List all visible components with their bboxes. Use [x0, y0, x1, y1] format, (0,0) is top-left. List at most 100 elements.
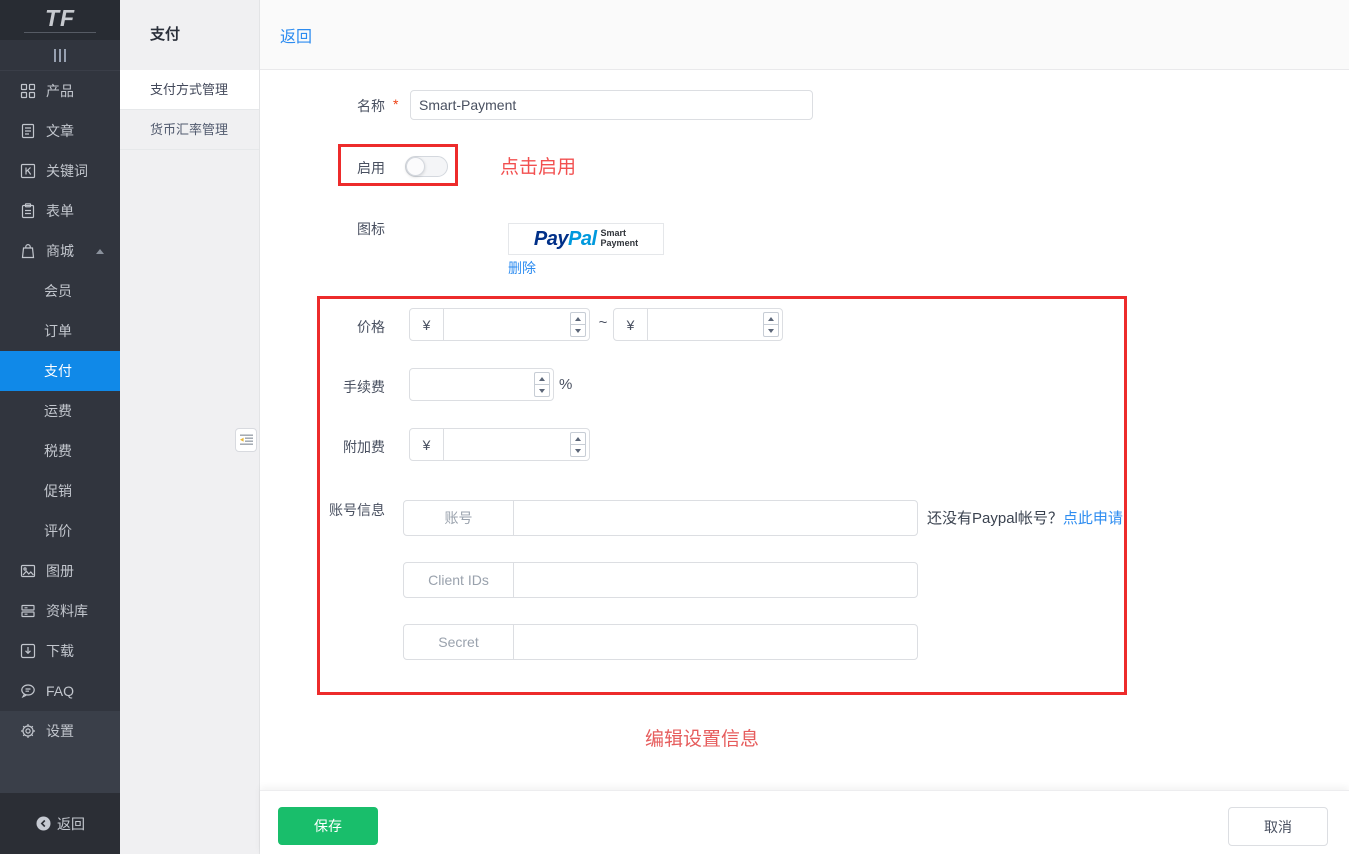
- fee-percent-suffix: %: [559, 376, 572, 393]
- menu-bars-icon[interactable]: [0, 40, 120, 71]
- sidebar-item-label: 图册: [46, 561, 74, 581]
- faq-icon: [20, 683, 36, 699]
- main-content: 返回 名称 * 启用 点击启用 图标 PayPal SmartPayment 删…: [260, 0, 1349, 854]
- sidebar-item-tax[interactable]: 税费: [0, 431, 120, 471]
- app-logo: TF: [0, 0, 120, 40]
- signup-link[interactable]: 点此申请: [1063, 510, 1123, 527]
- sidebar-item-label: 资料库: [46, 601, 88, 621]
- enable-toggle[interactable]: [405, 156, 448, 177]
- price-max-input[interactable]: [648, 309, 782, 340]
- submenu-item-currency-rates[interactable]: 货币汇率管理: [120, 110, 259, 150]
- chevron-up-icon: [96, 249, 104, 254]
- sidebar-back-label: 返回: [57, 814, 85, 834]
- sidebar-item-payment[interactable]: 支付: [0, 351, 120, 391]
- sidebar-item-label: 下载: [46, 641, 74, 661]
- currency-symbol: ¥: [614, 309, 648, 340]
- sidebar-item-promotion[interactable]: 促销: [0, 471, 120, 511]
- cancel-button[interactable]: 取消: [1228, 807, 1328, 846]
- sidebar-item-label: 商城: [46, 241, 74, 261]
- logo-text: TF: [45, 7, 75, 30]
- icon-label: 图标: [300, 219, 385, 239]
- price-max-group: ¥: [613, 308, 783, 341]
- gallery-icon: [20, 563, 36, 579]
- main-topbar: 返回: [260, 0, 1349, 70]
- stepper-down[interactable]: [571, 445, 585, 456]
- stepper-down[interactable]: [571, 325, 585, 336]
- stepper-up[interactable]: [764, 313, 778, 325]
- sidebar-item-label: 设置: [46, 721, 74, 741]
- client-ids-input[interactable]: [514, 563, 917, 597]
- sidebar-item-label: 关键词: [46, 161, 88, 181]
- price-max-stepper[interactable]: [763, 312, 779, 337]
- price-min-input[interactable]: [444, 309, 589, 340]
- delete-icon-link[interactable]: 删除: [508, 258, 536, 278]
- sidebar-item-library[interactable]: 资料库: [0, 591, 120, 631]
- stepper-down[interactable]: [535, 385, 549, 396]
- price-range-separator: ~: [593, 314, 613, 331]
- stepper-up[interactable]: [571, 313, 585, 325]
- client-ids-field-label: Client IDs: [404, 563, 514, 597]
- sidebar-back-button[interactable]: 返回: [0, 793, 120, 854]
- keyword-icon: [20, 163, 36, 179]
- annotation-edit-hint: 编辑设置信息: [645, 724, 759, 751]
- fee-group: [409, 368, 554, 401]
- sidebar-item-shipping[interactable]: 运费: [0, 391, 120, 431]
- sidebar-settings-block: 设置: [0, 711, 120, 793]
- surcharge-label: 附加费: [300, 437, 385, 457]
- sidebar-item-articles[interactable]: 文章: [0, 111, 120, 151]
- sidebar-item-label: FAQ: [46, 683, 74, 699]
- sidebar-item-label: 产品: [46, 81, 74, 101]
- mall-icon: [20, 243, 36, 259]
- grid-icon: [20, 83, 36, 99]
- fee-input[interactable]: [410, 369, 553, 400]
- sidebar-item-downloads[interactable]: 下载: [0, 631, 120, 671]
- sidebar-item-keywords[interactable]: 关键词: [0, 151, 120, 191]
- sidebar-item-products[interactable]: 产品: [0, 71, 120, 111]
- submenu-item-payment-methods[interactable]: 支付方式管理: [120, 70, 259, 110]
- paypal-signup-text: 还没有Paypal帐号？点此申请: [927, 507, 1123, 528]
- sidebar-item-gallery[interactable]: 图册: [0, 551, 120, 591]
- sidebar-item-members[interactable]: 会员: [0, 271, 120, 311]
- price-min-stepper[interactable]: [570, 312, 586, 337]
- sidebar-item-mall[interactable]: 商城: [0, 231, 120, 271]
- toggle-knob: [406, 157, 425, 176]
- name-input[interactable]: [410, 90, 813, 120]
- client-ids-row: Client IDs: [403, 562, 918, 598]
- stepper-up[interactable]: [571, 433, 585, 445]
- sidebar-item-reviews[interactable]: 评价: [0, 511, 120, 551]
- account-input[interactable]: [514, 501, 917, 535]
- form-icon: [20, 203, 36, 219]
- annotation-enable-hint: 点击启用: [500, 152, 576, 179]
- back-circle-icon: [35, 816, 51, 832]
- sidebar: TF 产品 文章 关键词: [0, 0, 120, 854]
- account-field-label: 账号: [404, 501, 514, 535]
- library-icon: [20, 603, 36, 619]
- fee-stepper[interactable]: [534, 372, 550, 397]
- article-icon: [20, 123, 36, 139]
- sidebar-menu: 产品 文章 关键词 表单: [0, 71, 120, 711]
- sidebar-item-orders[interactable]: 订单: [0, 311, 120, 351]
- collapse-menu-button[interactable]: [235, 428, 257, 452]
- sidebar-item-label: 文章: [46, 121, 74, 141]
- save-button[interactable]: 保存: [278, 807, 378, 845]
- account-info-label: 账号信息: [300, 500, 385, 520]
- required-asterisk: *: [393, 96, 398, 112]
- name-label: 名称: [300, 96, 385, 116]
- submenu-header: 支付: [120, 0, 259, 70]
- surcharge-input[interactable]: [444, 429, 589, 460]
- stepper-down[interactable]: [764, 325, 778, 336]
- download-icon: [20, 643, 36, 659]
- price-min-group: ¥: [409, 308, 590, 341]
- stepper-up[interactable]: [535, 373, 549, 385]
- account-row: 账号: [403, 500, 918, 536]
- enable-label: 启用: [300, 158, 385, 178]
- sidebar-item-settings[interactable]: 设置: [0, 711, 120, 751]
- sidebar-item-forms[interactable]: 表单: [0, 191, 120, 231]
- back-link[interactable]: 返回: [280, 23, 312, 47]
- logo-underline: [24, 32, 96, 33]
- sidebar-item-faq[interactable]: FAQ: [0, 671, 120, 711]
- secret-input[interactable]: [514, 625, 917, 659]
- surcharge-stepper[interactable]: [570, 432, 586, 457]
- secret-row: Secret: [403, 624, 918, 660]
- paypal-logo: PayPal SmartPayment: [508, 223, 664, 255]
